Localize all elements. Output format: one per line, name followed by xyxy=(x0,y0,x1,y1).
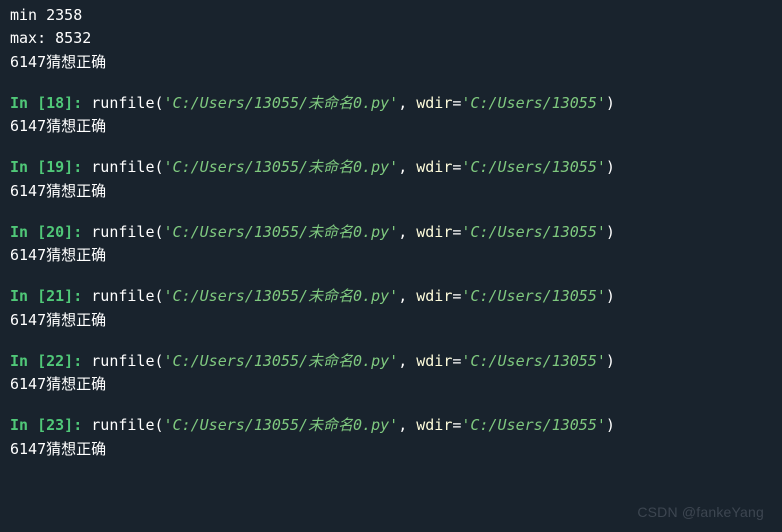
arg-wdir: 'C:/Users/13055' xyxy=(461,94,606,112)
close-paren: ) xyxy=(606,223,615,241)
output-text: 6147猜想正确 xyxy=(10,246,106,264)
input-line[interactable]: In [19]: runfile('C:/Users/13055/未命名0.py… xyxy=(10,156,772,179)
input-line[interactable]: In [23]: runfile('C:/Users/13055/未命名0.py… xyxy=(10,414,772,437)
kwarg-name: wdir xyxy=(416,287,452,305)
call-func: runfile xyxy=(91,352,154,370)
comma: , xyxy=(398,94,416,112)
arg-wdir: 'C:/Users/13055' xyxy=(461,158,606,176)
open-paren: ( xyxy=(155,158,164,176)
output-line-max: max: 8532 xyxy=(10,27,772,50)
arg-wdir: 'C:/Users/13055' xyxy=(461,352,606,370)
comma: , xyxy=(398,223,416,241)
arg-file-path: 'C:/Users/13055/未命名0.py' xyxy=(164,158,399,176)
output-text: 6147猜想正确 xyxy=(10,182,106,200)
output-line-result: 6147猜想正确 xyxy=(10,438,772,461)
input-line[interactable]: In [22]: runfile('C:/Users/13055/未命名0.py… xyxy=(10,350,772,373)
arg-wdir: 'C:/Users/13055' xyxy=(461,287,606,305)
arg-file-path: 'C:/Users/13055/未命名0.py' xyxy=(164,223,399,241)
comma: , xyxy=(398,352,416,370)
kwarg-name: wdir xyxy=(416,223,452,241)
call-func: runfile xyxy=(91,287,154,305)
call-func: runfile xyxy=(91,158,154,176)
open-paren: ( xyxy=(155,352,164,370)
close-paren: ) xyxy=(606,352,615,370)
input-prompt: In [18]: xyxy=(10,94,91,112)
output-line-result: 6147猜想正确 xyxy=(10,244,772,267)
kwarg-name: wdir xyxy=(416,158,452,176)
arg-file-path: 'C:/Users/13055/未命名0.py' xyxy=(164,287,399,305)
open-paren: ( xyxy=(155,287,164,305)
output-line-result: 6147猜想正确 xyxy=(10,180,772,203)
input-prompt: In [22]: xyxy=(10,352,91,370)
arg-wdir: 'C:/Users/13055' xyxy=(461,223,606,241)
input-line[interactable]: In [18]: runfile('C:/Users/13055/未命名0.py… xyxy=(10,92,772,115)
kwarg-name: wdir xyxy=(416,94,452,112)
arg-wdir: 'C:/Users/13055' xyxy=(461,416,606,434)
input-line[interactable]: In [20]: runfile('C:/Users/13055/未命名0.py… xyxy=(10,221,772,244)
input-line[interactable]: In [21]: runfile('C:/Users/13055/未命名0.py… xyxy=(10,285,772,308)
input-prompt: In [19]: xyxy=(10,158,91,176)
close-paren: ) xyxy=(606,416,615,434)
output-line-result: 6147猜想正确 xyxy=(10,309,772,332)
output-line-result: 6147猜想正确 xyxy=(10,373,772,396)
output-line-result: 6147猜想正确 xyxy=(10,115,772,138)
output-text: 6147猜想正确 xyxy=(10,117,106,135)
close-paren: ) xyxy=(606,158,615,176)
input-prompt: In [23]: xyxy=(10,416,91,434)
open-paren: ( xyxy=(155,94,164,112)
arg-file-path: 'C:/Users/13055/未命名0.py' xyxy=(164,94,399,112)
close-paren: ) xyxy=(606,287,615,305)
kwarg-name: wdir xyxy=(416,352,452,370)
open-paren: ( xyxy=(155,416,164,434)
kwarg-name: wdir xyxy=(416,416,452,434)
close-paren: ) xyxy=(606,94,615,112)
output-text: 6147猜想正确 xyxy=(10,375,106,393)
comma: , xyxy=(398,158,416,176)
call-func: runfile xyxy=(91,94,154,112)
input-prompt: In [20]: xyxy=(10,223,91,241)
input-prompt: In [21]: xyxy=(10,287,91,305)
comma: , xyxy=(398,287,416,305)
arg-file-path: 'C:/Users/13055/未命名0.py' xyxy=(164,352,399,370)
console-output: min 2358 max: 8532 6147猜想正确 In [18]: run… xyxy=(10,4,772,461)
arg-file-path: 'C:/Users/13055/未命名0.py' xyxy=(164,416,399,434)
output-text: 6147猜想正确 xyxy=(10,311,106,329)
output-line-result: 6147猜想正确 xyxy=(10,51,772,74)
call-func: runfile xyxy=(91,416,154,434)
watermark-text: CSDN @fankeYang xyxy=(637,502,764,524)
comma: , xyxy=(398,416,416,434)
output-line-min: min 2358 xyxy=(10,4,772,27)
output-text: 6147猜想正确 xyxy=(10,440,106,458)
open-paren: ( xyxy=(155,223,164,241)
call-func: runfile xyxy=(91,223,154,241)
